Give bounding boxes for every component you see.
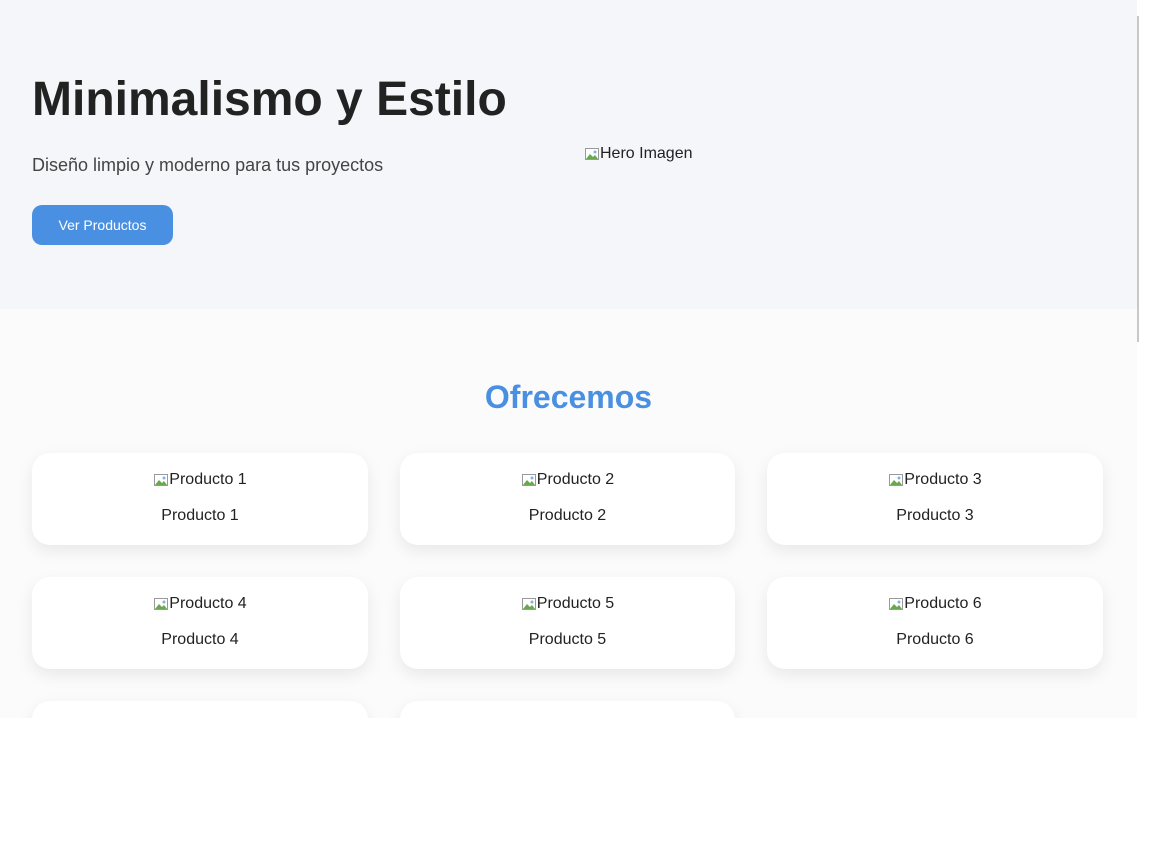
- product-image-alt: Producto 4: [169, 595, 247, 612]
- product-image-alt: Producto 3: [904, 471, 982, 488]
- product-grid: Producto 1 Producto 1 Producto 2 Product…: [0, 453, 1137, 718]
- scrollbar-thumb[interactable]: [1137, 16, 1139, 342]
- section-title: Ofrecemos: [484, 379, 653, 415]
- product-card[interactable]: Producto 6 Producto 6: [767, 577, 1103, 669]
- broken-image-icon: [888, 472, 904, 488]
- broken-image-icon: [521, 596, 537, 612]
- product-card[interactable]: Producto 3 Producto 3: [767, 453, 1103, 545]
- product-image-alt: Producto 1: [169, 471, 247, 488]
- page: Minimalismo y Estilo Diseño limpio y mod…: [0, 0, 1137, 718]
- hero-section: Minimalismo y Estilo Diseño limpio y mod…: [0, 0, 1137, 309]
- product-label: Producto 2: [528, 507, 607, 524]
- product-image: Producto 3: [888, 470, 982, 490]
- product-image: Producto 1: [153, 470, 247, 490]
- product-label: Producto 6: [896, 631, 974, 648]
- broken-image-icon: [153, 596, 169, 612]
- hero-subtitle: Diseño limpio y moderno para tus proyect…: [32, 155, 384, 175]
- product-image: Producto 2: [521, 470, 614, 490]
- product-label: Producto 5: [528, 631, 607, 648]
- hero-image-alt: Hero Imagen: [600, 145, 693, 162]
- product-card[interactable]: Producto 5 Producto 5: [400, 577, 735, 669]
- product-card[interactable]: Producto 2 Producto 2: [400, 453, 735, 545]
- product-card[interactable]: Producto 1 Producto 1: [32, 453, 368, 545]
- scrollbar-track[interactable]: [1137, 0, 1152, 718]
- product-label: Producto 3: [896, 507, 974, 524]
- hero-image: Hero Imagen: [584, 144, 693, 164]
- product-image-alt: Producto 2: [536, 471, 615, 488]
- product-label: Producto 1: [161, 507, 239, 524]
- broken-image-icon: [584, 146, 600, 162]
- product-image-alt: Producto 5: [536, 595, 615, 612]
- broken-image-icon: [153, 472, 169, 488]
- products-section: Ofrecemos Producto 1 Producto 1 Producto…: [0, 309, 1137, 718]
- product-image: Producto 4: [153, 594, 247, 614]
- product-image: Producto 5: [521, 594, 614, 614]
- product-image: Producto 6: [888, 594, 982, 614]
- product-card[interactable]: [32, 701, 368, 718]
- hero-title: Minimalismo y Estilo: [32, 73, 507, 126]
- product-card[interactable]: [400, 701, 735, 718]
- product-card[interactable]: Producto 4 Producto 4: [32, 577, 368, 669]
- view-products-button[interactable]: Ver Productos: [32, 205, 173, 245]
- broken-image-icon: [521, 472, 537, 488]
- broken-image-icon: [888, 596, 904, 612]
- product-label: Producto 4: [161, 631, 239, 648]
- page-viewport: Minimalismo y Estilo Diseño limpio y mod…: [0, 0, 1152, 718]
- product-image-alt: Producto 6: [904, 595, 982, 612]
